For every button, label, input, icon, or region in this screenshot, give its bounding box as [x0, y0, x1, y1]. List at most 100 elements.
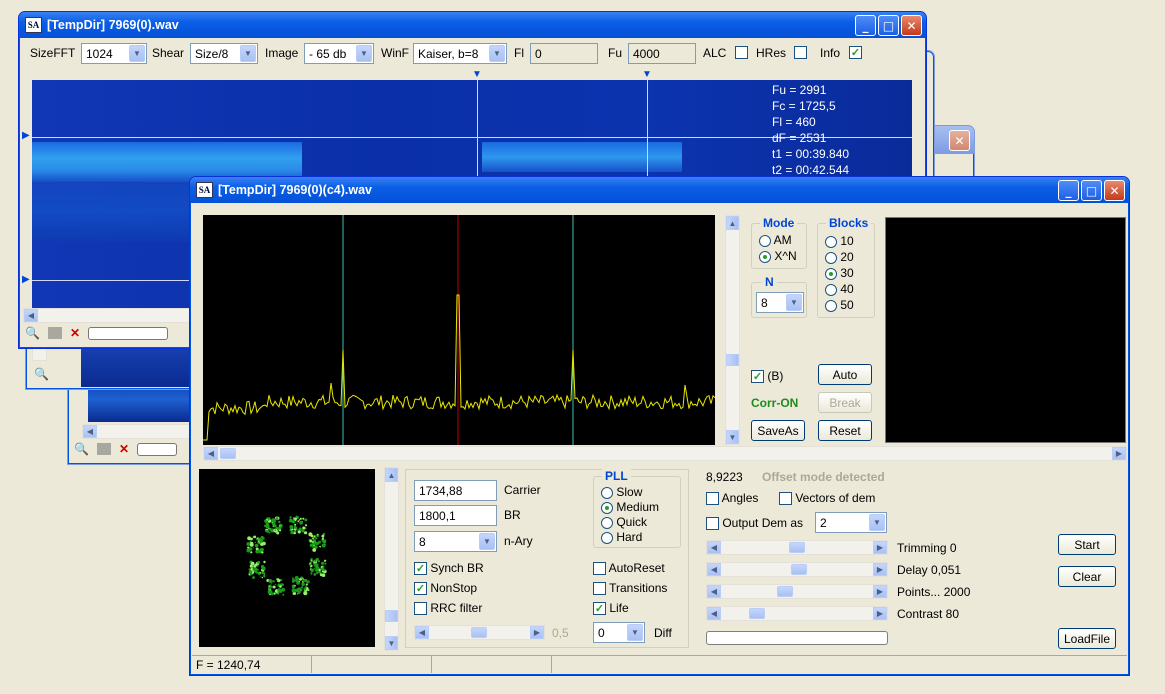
output-dem-row[interactable]: Output Dem as	[706, 516, 803, 531]
slider-thumb[interactable]	[749, 608, 765, 619]
chevron-down-icon[interactable]: ▼	[726, 430, 739, 444]
trimming-slider[interactable]: ◀ ▶	[706, 540, 888, 555]
delete-icon[interactable]: ✕	[70, 326, 80, 340]
eye-diagram-display[interactable]	[885, 217, 1126, 443]
loadfile-button[interactable]: LoadFile	[1058, 628, 1116, 649]
close-icon[interactable]: ✕	[1104, 180, 1125, 201]
scroll-thumb[interactable]	[385, 610, 398, 622]
close-icon[interactable]: ✕	[901, 15, 922, 36]
diff-select[interactable]: 0 ▼	[593, 622, 645, 643]
minimize-icon[interactable]: _	[1058, 180, 1079, 201]
delete-icon[interactable]: ✕	[119, 442, 129, 456]
radio[interactable]	[759, 250, 771, 263]
chevron-down-icon[interactable]: ▼	[240, 45, 256, 62]
synch-br-row[interactable]: ✓ Synch BR	[414, 561, 484, 576]
chevron-down-icon[interactable]: ▼	[489, 45, 505, 62]
spectrum-hscroll[interactable]: ◀ ▶	[203, 446, 1127, 461]
break-button[interactable]: Break	[818, 392, 872, 413]
mode-am-option[interactable]: AM	[759, 233, 792, 247]
nonstop-row[interactable]: ✓ NonStop	[414, 581, 477, 596]
angles-checkbox[interactable]	[706, 492, 719, 506]
close-icon[interactable]: ✕	[949, 130, 970, 151]
chevron-left-icon[interactable]: ◀	[204, 447, 218, 460]
blocks-option-40[interactable]: 40	[825, 281, 854, 297]
auto-button[interactable]: Auto	[818, 364, 872, 385]
chevron-down-icon[interactable]: ▼	[869, 514, 885, 531]
chevron-right-icon[interactable]: ▶	[873, 541, 887, 554]
chevron-right-icon[interactable]: ▶	[873, 563, 887, 576]
chevron-left-icon[interactable]: ◀	[707, 607, 721, 620]
image-select[interactable]: - 65 db ▼	[304, 43, 374, 64]
chevron-down-icon[interactable]: ▼	[479, 533, 495, 550]
pll-option-slow[interactable]: Slow	[601, 485, 659, 500]
chevron-left-icon[interactable]: ◀	[707, 563, 721, 576]
blocks-option-50[interactable]: 50	[825, 297, 854, 313]
spectrogram-window-titlebar[interactable]: SA [TempDir] 7969(0).wav _ □ ✕	[19, 12, 926, 38]
radio[interactable]	[601, 501, 613, 514]
chevron-right-icon[interactable]: ▶	[873, 607, 887, 620]
points-slider[interactable]: ◀ ▶	[706, 584, 888, 599]
blocks-option-30[interactable]: 30	[825, 265, 854, 281]
blocks-option-10[interactable]: 10	[825, 233, 854, 249]
zoom-icon[interactable]: 🔍	[25, 326, 40, 340]
sizefft-select[interactable]: 1024 ▼	[81, 43, 147, 64]
slider-thumb[interactable]	[789, 542, 805, 553]
marker-top-right-icon[interactable]: ▼	[642, 69, 652, 80]
scroll-thumb[interactable]	[220, 448, 236, 459]
maximize-icon[interactable]: □	[1081, 180, 1102, 201]
spectrum-display[interactable]	[203, 215, 715, 445]
spectrum-vscroll[interactable]: ▲ ▼	[725, 215, 740, 445]
radio[interactable]	[825, 267, 837, 280]
chevron-up-icon[interactable]: ▲	[726, 216, 739, 230]
demod-window-titlebar[interactable]: SA [TempDir] 7969(0)(c4).wav _ □ ✕	[190, 177, 1129, 203]
marker-top-left-icon[interactable]: ▼	[472, 69, 482, 80]
alc-checkbox[interactable]	[735, 46, 748, 59]
scroll-thumb[interactable]	[726, 354, 739, 366]
chevron-down-icon[interactable]: ▼	[786, 294, 802, 311]
radio[interactable]	[825, 251, 837, 264]
radio[interactable]	[601, 516, 613, 529]
blocks-option-20[interactable]: 20	[825, 249, 854, 265]
delay-slider[interactable]: ◀ ▶	[706, 562, 888, 577]
radio[interactable]	[601, 486, 613, 499]
zoom-icon[interactable]: 🔍	[34, 367, 49, 381]
info-checkbox[interactable]: ✓	[849, 46, 862, 59]
vscroll-2[interactable]	[32, 347, 47, 361]
winf-select[interactable]: Kaiser, b=8 ▼	[413, 43, 507, 64]
radio[interactable]	[825, 283, 837, 296]
zoom-icon[interactable]: 🔍	[74, 442, 89, 456]
nonstop-checkbox[interactable]: ✓	[414, 582, 427, 596]
constellation-display[interactable]	[199, 469, 375, 647]
saveas-button[interactable]: SaveAs	[751, 420, 805, 441]
pll-option-hard[interactable]: Hard	[601, 530, 659, 545]
n-select[interactable]: 8 ▼	[756, 292, 804, 313]
rrc-filter-checkbox[interactable]	[414, 602, 427, 616]
output-dem-checkbox[interactable]	[706, 517, 719, 531]
transitions-checkbox[interactable]	[593, 582, 606, 596]
chevron-left-icon[interactable]: ◀	[415, 626, 429, 639]
minimize-icon[interactable]: _	[855, 15, 876, 36]
fu-field[interactable]: 4000	[628, 43, 696, 64]
hres-checkbox[interactable]	[794, 46, 807, 59]
chevron-down-icon[interactable]: ▼	[385, 636, 398, 650]
vectors-checkbox[interactable]	[779, 492, 792, 506]
nary-select[interactable]: 8 ▼	[414, 531, 497, 552]
slider-thumb[interactable]	[791, 564, 807, 575]
chevron-right-icon[interactable]: ▶	[873, 585, 887, 598]
chevron-down-icon[interactable]: ▼	[356, 45, 372, 62]
pll-option-quick[interactable]: Quick	[601, 515, 659, 530]
angles-row[interactable]: Angles	[706, 491, 758, 506]
fl-field[interactable]: 0	[530, 43, 598, 64]
start-button[interactable]: Start	[1058, 534, 1116, 555]
rrc-filter-row[interactable]: RRC filter	[414, 601, 482, 616]
radio[interactable]	[759, 234, 771, 247]
chevron-right-icon[interactable]: ▶	[530, 626, 544, 639]
radio[interactable]	[825, 299, 837, 312]
chevron-up-icon[interactable]: ▲	[385, 468, 398, 482]
carrier-field[interactable]: 1734,88	[414, 480, 497, 501]
radio[interactable]	[825, 235, 837, 248]
reset-button[interactable]: Reset	[818, 420, 872, 441]
b-checkbox-row[interactable]: ✓ (B)	[751, 369, 783, 384]
chevron-down-icon[interactable]: ▼	[627, 624, 643, 641]
constellation-vscroll[interactable]: ▲ ▼	[384, 467, 399, 651]
